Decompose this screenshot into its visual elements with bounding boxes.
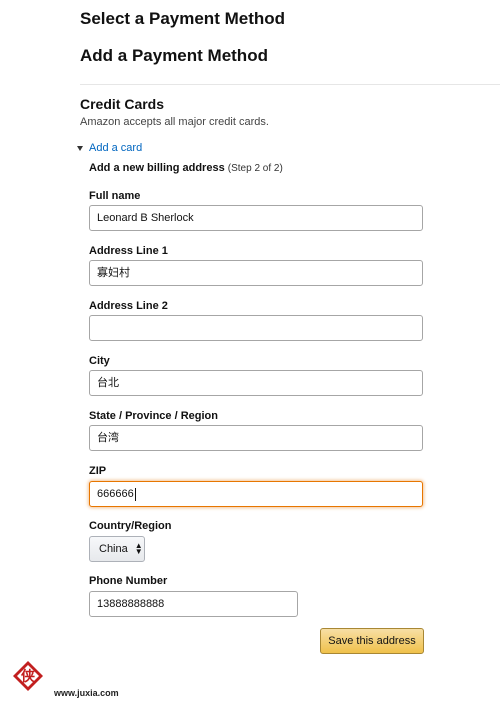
step-indicator: (Step 2 of 2) <box>227 163 283 174</box>
text-cursor <box>134 487 136 501</box>
svg-text:侠: 侠 <box>21 668 36 685</box>
phone-label: Phone Number <box>89 575 168 587</box>
state-label: State / Province / Region <box>89 410 218 422</box>
zip-value: 666666 <box>97 488 134 500</box>
page-title: Select a Payment Method <box>80 9 286 28</box>
divider <box>80 84 500 85</box>
full-name-input[interactable]: Leonard B Sherlock <box>89 205 423 231</box>
country-value: China <box>99 543 128 555</box>
zip-input[interactable]: 666666 <box>89 481 423 507</box>
state-input[interactable]: 台湾 <box>89 425 423 451</box>
select-arrows-icon: ▲ ▼ <box>134 541 143 556</box>
save-address-button[interactable]: Save this address <box>320 628 424 654</box>
address-line-2-input[interactable] <box>89 315 423 341</box>
full-name-label: Full name <box>89 190 141 202</box>
city-label: City <box>89 355 110 367</box>
add-card-link[interactable]: Add a card <box>77 142 142 154</box>
credit-cards-description: Amazon accepts all major credit cards. <box>80 116 269 128</box>
address-line-2-label: Address Line 2 <box>89 300 168 312</box>
section-heading: Add a Payment Method <box>80 46 268 65</box>
country-select[interactable]: China ▲ ▼ <box>89 536 145 562</box>
watermark-logo-icon: 侠 <box>13 661 43 691</box>
phone-input[interactable]: 13888888888 <box>89 591 298 617</box>
country-label: Country/Region <box>89 520 172 532</box>
watermark-text: www.juxia.com <box>54 688 119 698</box>
credit-cards-title: Credit Cards <box>80 96 165 112</box>
watermark: 侠 www.juxia.com <box>6 654 136 704</box>
add-card-label: Add a card <box>89 142 143 154</box>
city-input[interactable]: 台北 <box>89 370 423 396</box>
zip-label: ZIP <box>89 465 107 477</box>
address-line-1-label: Address Line 1 <box>89 245 168 257</box>
address-line-1-input[interactable]: 寡妇村 <box>89 260 423 286</box>
caret-down-icon <box>77 145 83 151</box>
billing-title: Add a new billing address (Step 2 of 2) <box>89 162 283 174</box>
billing-title-text: Add a new billing address <box>89 162 225 174</box>
